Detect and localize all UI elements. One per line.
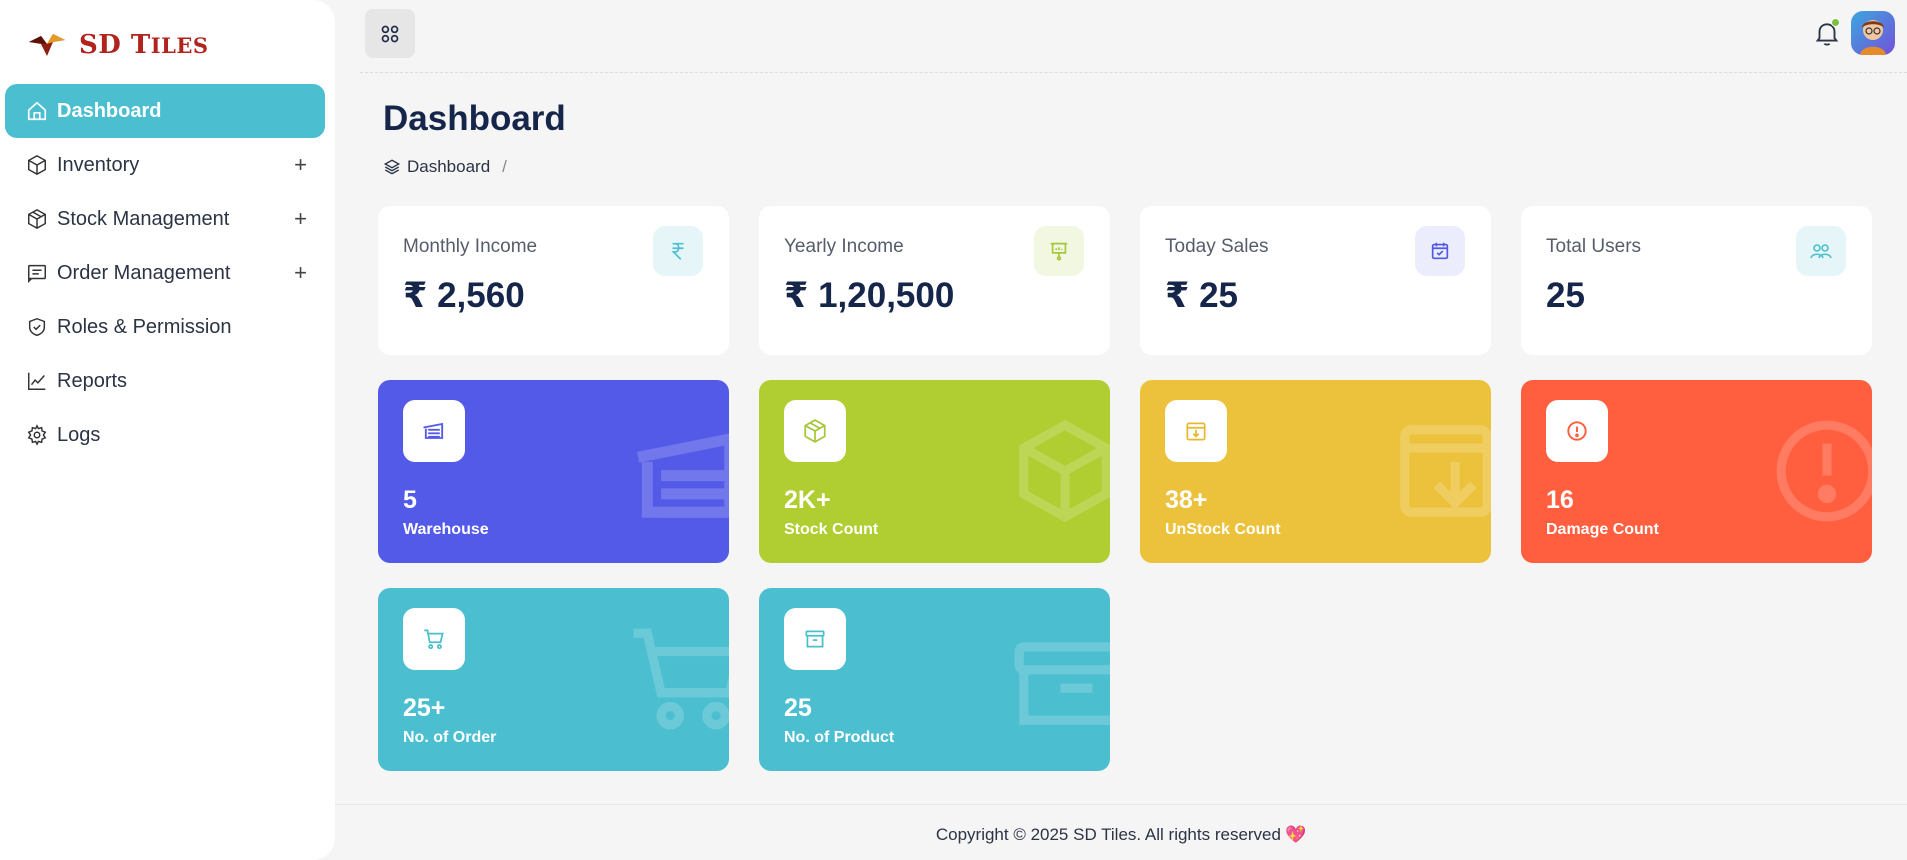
cart-bg-icon <box>633 628 729 730</box>
copyright-text: Copyright © 2025 SD Tiles. All rights re… <box>935 825 1307 844</box>
card-value: 38+ <box>1165 486 1208 514</box>
stat-card-total-users: Total Users 25 <box>1521 206 1872 355</box>
brand-logo[interactable]: SD TILES <box>27 30 209 60</box>
card-damage-count[interactable]: 16 Damage Count <box>1521 380 1872 563</box>
card-value: 2K+ <box>784 486 831 514</box>
box-icon <box>784 400 846 462</box>
alert-circle-icon <box>1546 400 1608 462</box>
stat-card-monthly-income: Monthly Income ₹ 2,560 <box>378 206 729 355</box>
sidebar-item-stock-management[interactable]: Stock Management + <box>5 192 325 246</box>
card-stock-count[interactable]: 2K+ Stock Count <box>759 380 1110 563</box>
sidebar-nav: Dashboard Inventory + Stock Management +… <box>5 84 325 462</box>
layers-icon <box>383 159 401 175</box>
user-avatar[interactable] <box>1851 11 1895 55</box>
sidebar-item-reports[interactable]: Reports <box>5 354 325 408</box>
presentation-icon <box>1034 226 1084 276</box>
stat-value: ₹ 2,560 <box>403 276 525 315</box>
avatar-image <box>1860 20 1886 55</box>
sidebar-item-inventory[interactable]: Inventory + <box>5 138 325 192</box>
logo-mark-icon <box>29 34 65 56</box>
card-label: Warehouse <box>403 521 489 538</box>
card-label: No. of Product <box>784 729 895 746</box>
sidebar-item-label: Logs <box>57 423 101 446</box>
archive-box-icon <box>784 608 846 670</box>
sidebar-item-label: Order Management <box>57 261 231 284</box>
cube-icon <box>25 153 49 177</box>
card-label: Stock Count <box>784 521 879 538</box>
topbar <box>360 0 1907 73</box>
stat-card-today-sales: Today Sales ₹ 25 <box>1140 206 1491 355</box>
box-bg-icon <box>1019 419 1110 523</box>
alert-circle-bg-icon <box>1776 420 1872 522</box>
archive-down-bg-icon <box>1400 425 1491 517</box>
heart-icon: 💖 <box>1284 825 1307 844</box>
card-warehouse[interactable]: 5 Warehouse <box>378 380 729 563</box>
chart-line-icon <box>25 369 49 393</box>
breadcrumb-separator: / <box>502 157 507 176</box>
notification-dot <box>1831 18 1840 27</box>
card-value: 25 <box>784 694 812 722</box>
card-no-of-order[interactable]: 25+ No. of Order <box>378 588 729 771</box>
sidebar-item-dashboard[interactable]: Dashboard <box>5 84 325 138</box>
gear-icon <box>25 423 49 447</box>
card-label: Damage Count <box>1546 521 1659 538</box>
shield-check-icon <box>25 315 49 339</box>
sidebar-item-order-management[interactable]: Order Management + <box>5 246 325 300</box>
users-icon <box>1796 226 1846 276</box>
card-no-of-product[interactable]: 25 No. of Product <box>759 588 1110 771</box>
expand-icon[interactable]: + <box>294 206 307 232</box>
expand-icon[interactable]: + <box>294 152 307 178</box>
sidebar-item-label: Inventory <box>57 153 140 176</box>
breadcrumb-item[interactable]: Dashboard <box>407 157 490 177</box>
archive-box-bg-icon <box>1014 642 1110 725</box>
footer: Copyright © 2025 SD Tiles. All rights re… <box>335 804 1907 860</box>
stat-value: ₹ 25 <box>1165 276 1239 315</box>
stat-value: 25 <box>1546 276 1585 315</box>
card-unstock-count[interactable]: 38+ UnStock Count <box>1140 380 1491 563</box>
stat-card-yearly-income: Yearly Income ₹ 1,20,500 <box>759 206 1110 355</box>
apps-grid-icon <box>381 25 399 42</box>
sidebar-item-label: Reports <box>57 369 128 392</box>
sidebar-item-label: Dashboard <box>57 99 162 122</box>
card-value: 5 <box>403 486 417 514</box>
sidebar-item-label: Roles & Permission <box>57 315 232 338</box>
sidebar: SD TILES Dashboard Inventory + Stock Man… <box>0 0 335 860</box>
calendar-check-icon <box>1415 226 1465 276</box>
receipt-icon <box>25 261 49 285</box>
archive-down-icon <box>1165 400 1227 462</box>
sidebar-item-label: Stock Management <box>57 207 230 230</box>
card-label: UnStock Count <box>1165 521 1281 538</box>
notification-button[interactable] <box>1812 18 1842 48</box>
stat-value: ₹ 1,20,500 <box>784 276 955 315</box>
brand-name: SD TILES <box>79 30 209 60</box>
expand-icon[interactable]: + <box>294 260 307 286</box>
apps-grid-button[interactable] <box>365 9 415 58</box>
home-icon <box>25 99 49 123</box>
sidebar-item-logs[interactable]: Logs <box>5 408 325 462</box>
page-title: Dashboard <box>383 99 566 138</box>
warehouse-bg-icon <box>637 433 729 518</box>
card-value: 16 <box>1546 486 1574 514</box>
cart-icon <box>403 608 465 670</box>
warehouse-icon <box>403 400 465 462</box>
sidebar-item-roles-permission[interactable]: Roles & Permission <box>5 300 325 354</box>
package-icon <box>25 207 49 231</box>
rupee-icon <box>653 226 703 276</box>
card-value: 25+ <box>403 694 446 722</box>
card-label: No. of Order <box>403 729 497 746</box>
breadcrumb: Dashboard / <box>383 157 507 177</box>
